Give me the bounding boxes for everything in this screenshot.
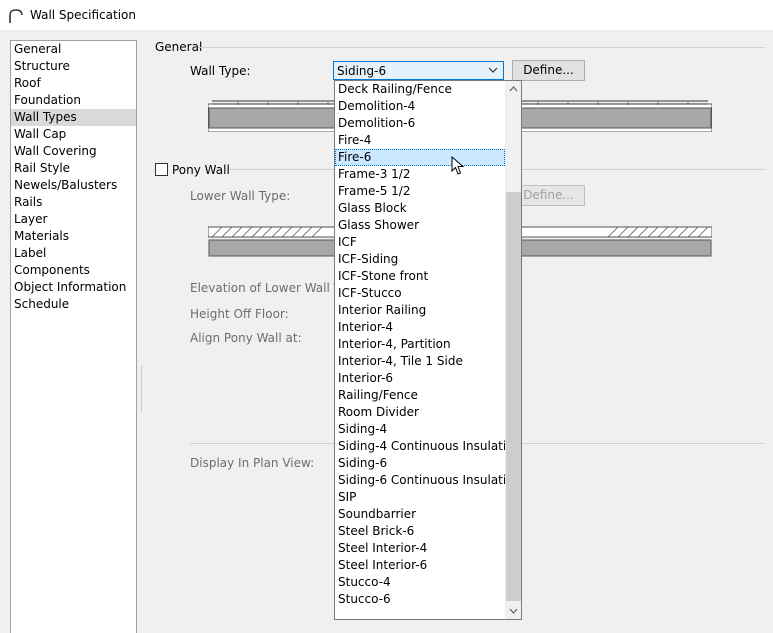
height-off-floor-label: Height Off Floor: bbox=[190, 307, 289, 321]
general-divider bbox=[198, 47, 765, 48]
dropdown-option[interactable]: Stucco-6 bbox=[335, 591, 505, 608]
nav-item-foundation[interactable]: Foundation bbox=[11, 92, 136, 109]
dropdown-scrollbar[interactable] bbox=[505, 81, 522, 619]
dropdown-option[interactable]: Frame-5 1/2 bbox=[335, 183, 505, 200]
scroll-up-icon[interactable] bbox=[505, 81, 522, 98]
dropdown-option[interactable]: Soundbarrier bbox=[335, 506, 505, 523]
dropdown-option[interactable]: ICF-Stone front bbox=[335, 268, 505, 285]
display-in-plan-view-label: Display In Plan View: bbox=[190, 456, 315, 470]
nav-item-rails[interactable]: Rails bbox=[11, 194, 136, 211]
dropdown-option[interactable]: Demolition-6 bbox=[335, 115, 505, 132]
dropdown-option[interactable]: Frame-3 1/2 bbox=[335, 166, 505, 183]
nav-item-components[interactable]: Components bbox=[11, 262, 136, 279]
dropdown-option[interactable]: Interior-4 bbox=[335, 319, 505, 336]
dropdown-option[interactable]: Steel Brick-6 bbox=[335, 523, 505, 540]
pony-wall-checkbox[interactable] bbox=[155, 163, 168, 176]
general-section-label: General bbox=[155, 40, 203, 54]
dropdown-option[interactable]: ICF bbox=[335, 234, 505, 251]
pony-wall-label: Pony Wall bbox=[172, 163, 230, 177]
scroll-thumb[interactable] bbox=[506, 192, 521, 601]
align-pony-wall-label: Align Pony Wall at: bbox=[190, 331, 302, 345]
nav-item-object-information[interactable]: Object Information bbox=[11, 279, 136, 296]
nav-item-general[interactable]: General bbox=[11, 41, 136, 58]
elevation-label: Elevation of Lower Wall Top: bbox=[190, 281, 358, 295]
define-wall-type-button[interactable]: Define... bbox=[512, 60, 585, 81]
dropdown-option[interactable]: Stucco-4 bbox=[335, 574, 505, 591]
dropdown-option[interactable]: Siding-4 bbox=[335, 421, 505, 438]
title-bar: Wall Specification bbox=[0, 0, 773, 30]
wall-type-label: Wall Type: bbox=[190, 64, 251, 78]
category-list[interactable]: General Structure Roof Foundation Wall Types… bbox=[10, 40, 137, 633]
lower-wall-type-label: Lower Wall Type: bbox=[190, 189, 291, 203]
dropdown-option[interactable]: Siding-6 Continuous Insulation bbox=[335, 472, 521, 489]
wall-type-dropdown-list[interactable]: Deck Railing/Fence Demolition-4 Demolition… bbox=[334, 80, 522, 620]
dropdown-option[interactable]: Fire-6 bbox=[335, 149, 505, 166]
dropdown-option[interactable]: Fire-4 bbox=[335, 132, 505, 149]
splitter-handle[interactable] bbox=[141, 366, 142, 412]
nav-item-label[interactable]: Label bbox=[11, 245, 136, 262]
dropdown-option[interactable]: Room Divider bbox=[335, 404, 505, 421]
dropdown-option[interactable]: SIP bbox=[335, 489, 505, 506]
dropdown-option[interactable]: Steel Interior-6 bbox=[335, 557, 505, 574]
app-icon bbox=[9, 9, 23, 23]
nav-item-wall-cap[interactable]: Wall Cap bbox=[11, 126, 136, 143]
dropdown-option[interactable]: Steel Interior-4 bbox=[335, 540, 505, 557]
define-lower-wall-button[interactable]: Define... bbox=[512, 185, 585, 206]
nav-item-structure[interactable]: Structure bbox=[11, 58, 136, 75]
dropdown-option[interactable]: Demolition-4 bbox=[335, 98, 505, 115]
dropdown-option[interactable]: Interior-4, Tile 1 Side bbox=[335, 353, 505, 370]
wall-type-value: Siding-6 bbox=[337, 64, 387, 78]
scroll-down-icon[interactable] bbox=[505, 602, 522, 619]
mouse-pointer-icon bbox=[451, 156, 465, 175]
nav-item-roof[interactable]: Roof bbox=[11, 75, 136, 92]
nav-item-schedule[interactable]: Schedule bbox=[11, 296, 136, 313]
dropdown-option[interactable]: Railing/Fence bbox=[335, 387, 505, 404]
nav-item-wall-covering[interactable]: Wall Covering bbox=[11, 143, 136, 160]
dropdown-option[interactable]: Glass Shower bbox=[335, 217, 505, 234]
nav-item-layer[interactable]: Layer bbox=[11, 211, 136, 228]
nav-item-wall-types[interactable]: Wall Types bbox=[11, 109, 136, 126]
dropdown-option[interactable]: Interior-4, Partition bbox=[335, 336, 505, 353]
dropdown-option[interactable]: Deck Railing/Fence bbox=[335, 81, 505, 98]
dropdown-option[interactable]: Siding-4 Continuous Insulation bbox=[335, 438, 521, 455]
dropdown-options: Deck Railing/Fence Demolition-4 Demolition… bbox=[335, 81, 521, 608]
window-title: Wall Specification bbox=[30, 8, 136, 22]
dropdown-option[interactable]: Interior Railing bbox=[335, 302, 505, 319]
nav-item-rail-style[interactable]: Rail Style bbox=[11, 160, 136, 177]
dropdown-option[interactable]: ICF-Siding bbox=[335, 251, 505, 268]
dropdown-option[interactable]: Glass Block bbox=[335, 200, 505, 217]
wall-type-select[interactable]: Siding-6 bbox=[333, 61, 504, 80]
dropdown-option[interactable]: Interior-6 bbox=[335, 370, 505, 387]
chevron-down-icon bbox=[488, 67, 498, 73]
nav-item-newels-balusters[interactable]: Newels/Balusters bbox=[11, 177, 136, 194]
dropdown-option[interactable]: Siding-6 bbox=[335, 455, 505, 472]
nav-item-materials[interactable]: Materials bbox=[11, 228, 136, 245]
dropdown-option[interactable]: ICF-Stucco bbox=[335, 285, 505, 302]
